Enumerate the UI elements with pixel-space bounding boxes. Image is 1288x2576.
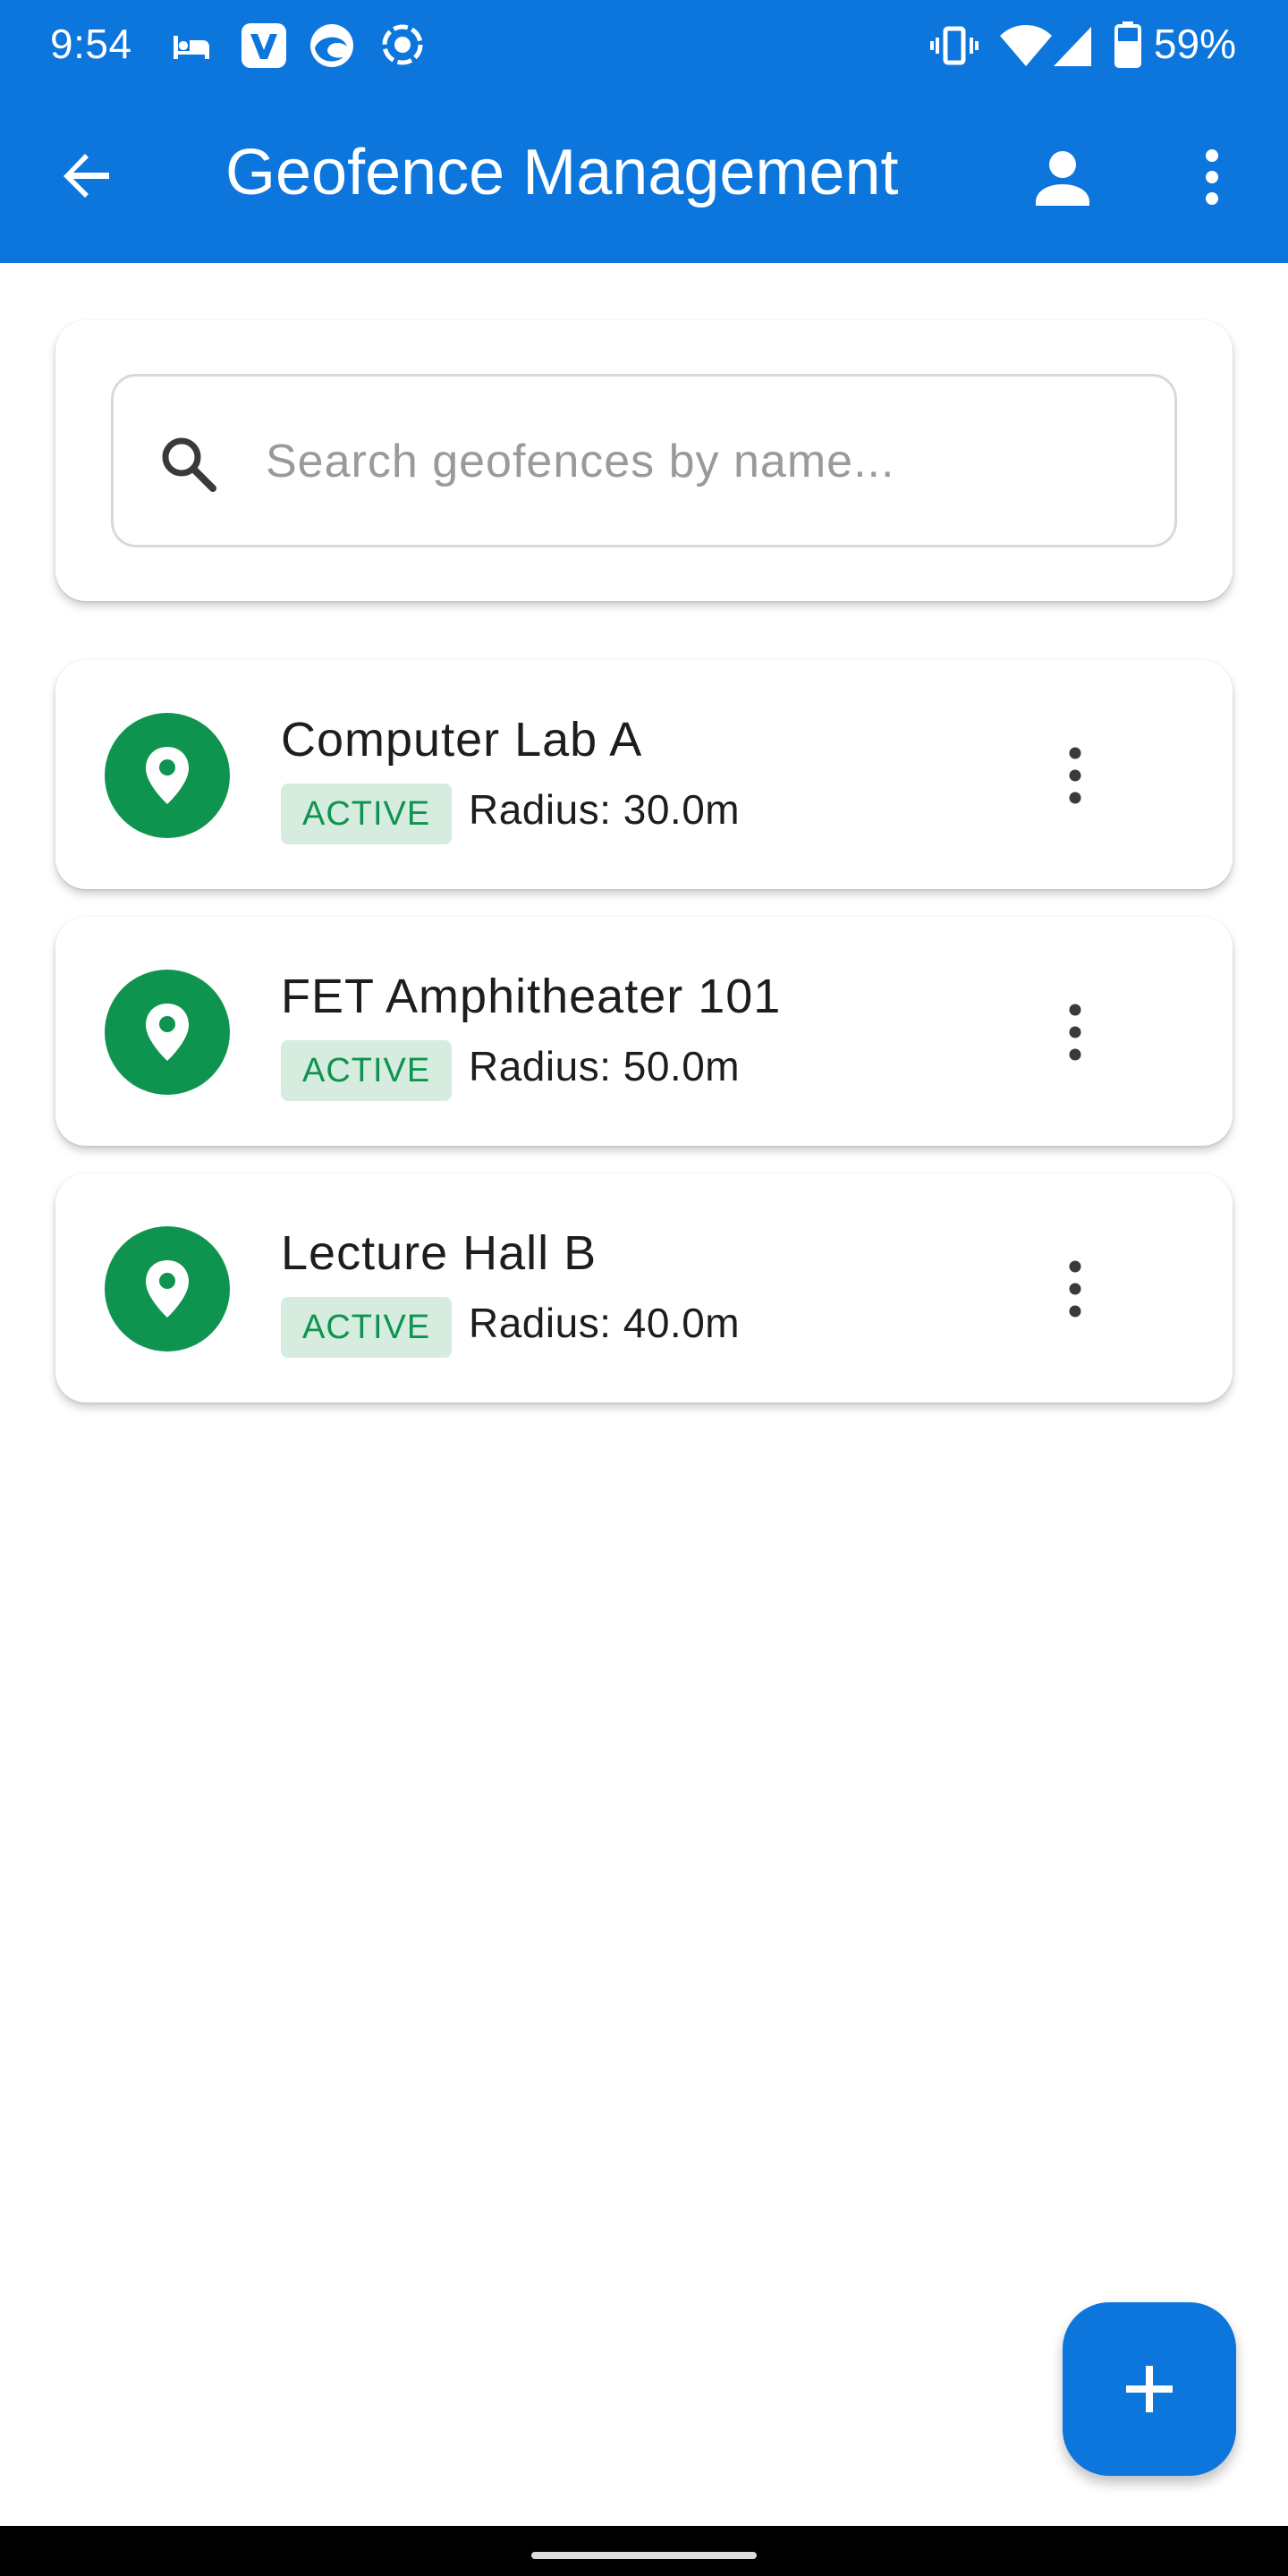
search-input[interactable] <box>266 412 1142 511</box>
search-icon <box>162 437 216 492</box>
vibrate-icon <box>930 26 979 65</box>
geofence-card[interactable]: FET Amphitheater 101 ACTIVE Radius: 50.0… <box>55 917 1233 1146</box>
back-arrow-icon[interactable] <box>55 145 118 208</box>
geofence-card[interactable]: Lecture Hall B ACTIVE Radius: 40.0m <box>55 1174 1233 1402</box>
more-vert-icon[interactable] <box>1048 1001 1102 1063</box>
battery-icon <box>1114 21 1141 68</box>
plus-icon <box>1126 2366 1173 2412</box>
search-card <box>55 320 1233 601</box>
home-gesture-handle[interactable] <box>531 2552 757 2559</box>
geofence-radius: Radius: 40.0m <box>469 1300 741 1346</box>
bed-icon <box>174 36 209 59</box>
status-time: 9:54 <box>50 21 132 67</box>
person-icon[interactable] <box>1029 143 1097 211</box>
signal-icon <box>1054 27 1091 66</box>
geofence-name: FET Amphitheater 101 <box>281 970 782 1023</box>
edge-icon <box>310 24 353 67</box>
location-pin-icon <box>146 747 189 804</box>
geofence-name: Lecture Hall B <box>281 1226 597 1280</box>
status-badge: ACTIVE <box>281 1040 453 1101</box>
geofence-radius: Radius: 50.0m <box>469 1043 741 1089</box>
battery-percent: 59% <box>1153 21 1236 67</box>
v-app-icon <box>242 23 286 68</box>
system-nav-bar <box>0 2526 1288 2576</box>
location-pin-avatar <box>105 970 230 1095</box>
top-bar: 9:54 59% Geofence Management <box>0 0 1288 263</box>
status-badge: ACTIVE <box>281 784 453 844</box>
screen-record-icon <box>382 24 423 65</box>
location-pin-icon <box>146 1260 189 1318</box>
add-geofence-button[interactable] <box>1063 2302 1236 2476</box>
status-bar: 9:54 59% <box>0 0 1288 89</box>
more-vert-icon[interactable] <box>1048 744 1102 807</box>
geofence-card[interactable]: Computer Lab A ACTIVE Radius: 30.0m <box>55 660 1233 889</box>
geofence-name: Computer Lab A <box>281 713 643 767</box>
geofence-radius: Radius: 30.0m <box>469 786 741 833</box>
location-pin-avatar <box>105 1226 230 1352</box>
search-box[interactable] <box>111 374 1177 547</box>
wifi-icon <box>1000 25 1052 66</box>
more-vert-icon[interactable] <box>1185 143 1239 211</box>
more-vert-icon[interactable] <box>1048 1258 1102 1320</box>
app-bar: Geofence Management <box>0 89 1288 263</box>
location-pin-icon <box>146 1004 189 1061</box>
location-pin-avatar <box>105 713 230 838</box>
status-badge: ACTIVE <box>281 1297 453 1358</box>
page-title: Geofence Management <box>225 137 899 208</box>
